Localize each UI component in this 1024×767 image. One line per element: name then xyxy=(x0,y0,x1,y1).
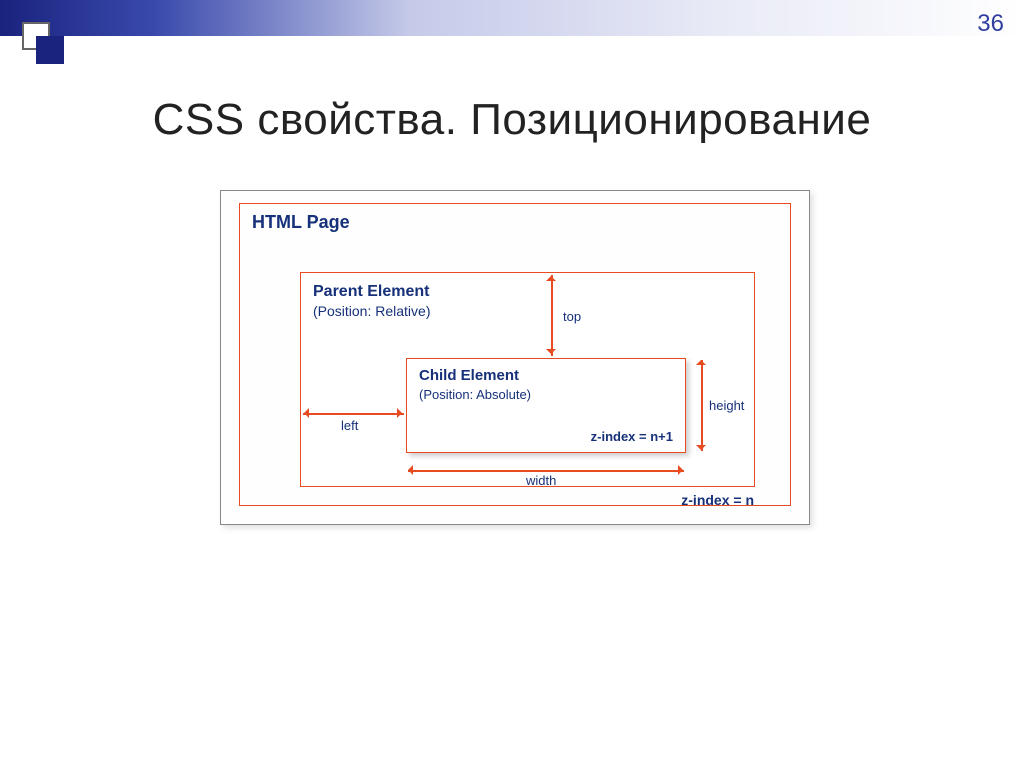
child-zindex: z-index = n+1 xyxy=(591,429,673,444)
height-arrow-line xyxy=(701,360,703,451)
parent-element-box: Parent Element (Position: Relative) Chil… xyxy=(300,272,755,487)
width-arrow-head-left xyxy=(403,465,413,475)
parent-title: Parent Element xyxy=(313,283,429,301)
html-page-label: HTML Page xyxy=(252,212,350,233)
slide-number: 36 xyxy=(977,10,1004,38)
child-title: Child Element xyxy=(419,367,519,384)
slide-top-gradient xyxy=(0,0,1024,36)
child-subtitle: (Position: Absolute) xyxy=(419,387,531,402)
html-page-box: HTML Page Parent Element (Position: Rela… xyxy=(239,203,791,506)
child-element-box: Child Element (Position: Absolute) z-ind… xyxy=(406,358,686,453)
left-arrow-label: left xyxy=(341,418,358,433)
height-arrow-head-down xyxy=(696,445,706,455)
parent-subtitle: (Position: Relative) xyxy=(313,303,431,319)
width-arrow-line xyxy=(408,470,684,472)
width-arrow-head-right xyxy=(678,465,688,475)
left-arrow-head-left xyxy=(299,408,309,418)
parent-zindex: z-index = n xyxy=(681,492,754,508)
top-arrow-line xyxy=(551,275,553,356)
logo-icon xyxy=(22,22,50,50)
height-arrow-head-up xyxy=(696,355,706,365)
diagram-container: HTML Page Parent Element (Position: Rela… xyxy=(220,190,810,525)
top-arrow-head-up xyxy=(546,271,556,281)
top-arrow-head-down xyxy=(546,349,556,359)
left-arrow-line xyxy=(303,413,404,415)
slide-title: CSS свойства. Позиционирование xyxy=(0,95,1024,145)
top-arrow-label: top xyxy=(563,309,581,324)
height-arrow-label: height xyxy=(709,398,744,413)
width-arrow-label: width xyxy=(526,473,556,488)
left-arrow-head-right xyxy=(397,408,407,418)
